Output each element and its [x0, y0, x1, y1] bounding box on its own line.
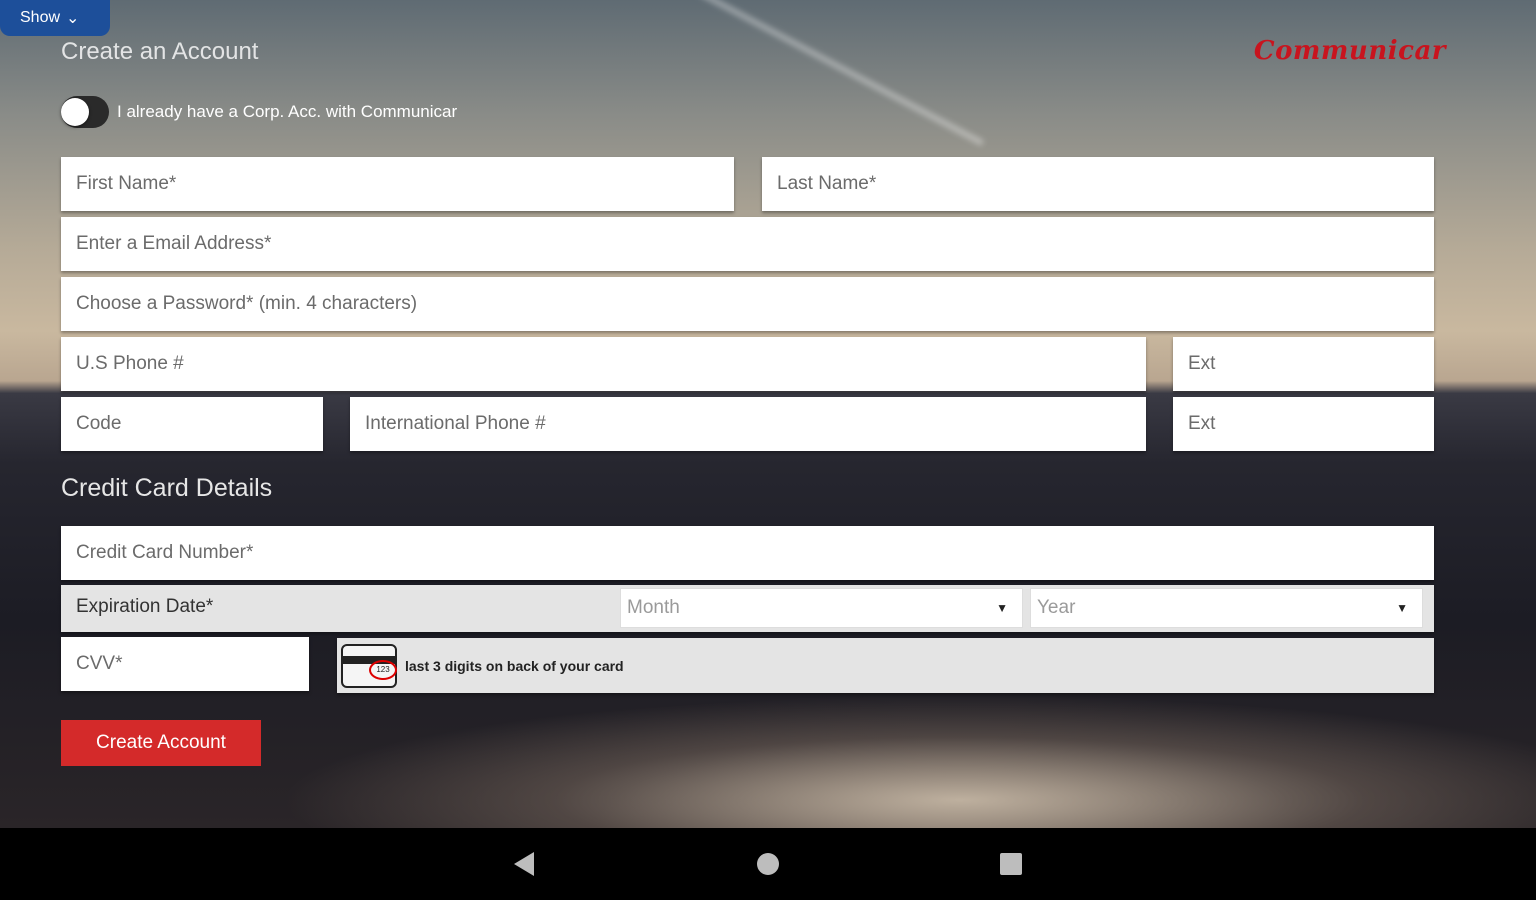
month-select-value: Month [627, 597, 680, 618]
email-field[interactable]: Enter a Email Address* [61, 217, 1434, 271]
corp-account-toggle-label: I already have a Corp. Acc. with Communi… [117, 102, 458, 121]
show-button[interactable]: Show ⌄ [0, 0, 110, 36]
recents-icon[interactable] [1000, 853, 1022, 875]
corp-account-toggle[interactable] [61, 96, 109, 128]
intl-phone-field[interactable]: International Phone # [350, 397, 1146, 451]
chevron-down-icon: ⌄ [66, 10, 80, 27]
cvv-hint-box: 123 last 3 digits on back of your card [337, 638, 1434, 693]
caret-down-icon: ▼ [1396, 601, 1408, 615]
last-name-field[interactable]: Last Name* [762, 157, 1434, 211]
us-phone-field[interactable]: U.S Phone # [61, 337, 1146, 391]
password-field[interactable]: Choose a Password* (min. 4 characters) [61, 277, 1434, 331]
back-icon[interactable] [514, 852, 534, 876]
credit-card-back-icon: 123 [341, 643, 397, 688]
brand-logo: Communicar [1253, 36, 1446, 66]
page-title: Create an Account [61, 38, 259, 65]
show-button-label: Show [20, 9, 61, 26]
expiration-date-row: Expiration Date* Month ▼ Year ▼ [61, 585, 1434, 632]
us-phone-ext-field[interactable]: Ext [1173, 337, 1434, 391]
cvv-digits-marker: 123 [369, 659, 397, 680]
expiration-month-select[interactable]: Month ▼ [620, 588, 1023, 628]
expiration-date-label: Expiration Date* [76, 596, 214, 617]
credit-card-number-field[interactable]: Credit Card Number* [61, 526, 1434, 580]
caret-down-icon: ▼ [996, 601, 1008, 615]
corp-account-toggle-row: I already have a Corp. Acc. with Communi… [61, 96, 457, 128]
toggle-knob [61, 98, 89, 126]
cvv-hint-text: last 3 digits on back of your card [405, 657, 624, 674]
cvv-field[interactable]: CVV* [61, 637, 309, 691]
create-account-button[interactable]: Create Account [61, 720, 261, 766]
year-select-value: Year [1037, 597, 1076, 618]
first-name-field[interactable]: First Name* [61, 157, 734, 211]
system-navigation-bar [0, 828, 1536, 900]
intl-phone-ext-field[interactable]: Ext [1173, 397, 1434, 451]
credit-card-section-title: Credit Card Details [61, 474, 273, 502]
home-icon[interactable] [757, 853, 779, 875]
intl-code-field[interactable]: Code [61, 397, 323, 451]
expiration-year-select[interactable]: Year ▼ [1030, 588, 1423, 628]
